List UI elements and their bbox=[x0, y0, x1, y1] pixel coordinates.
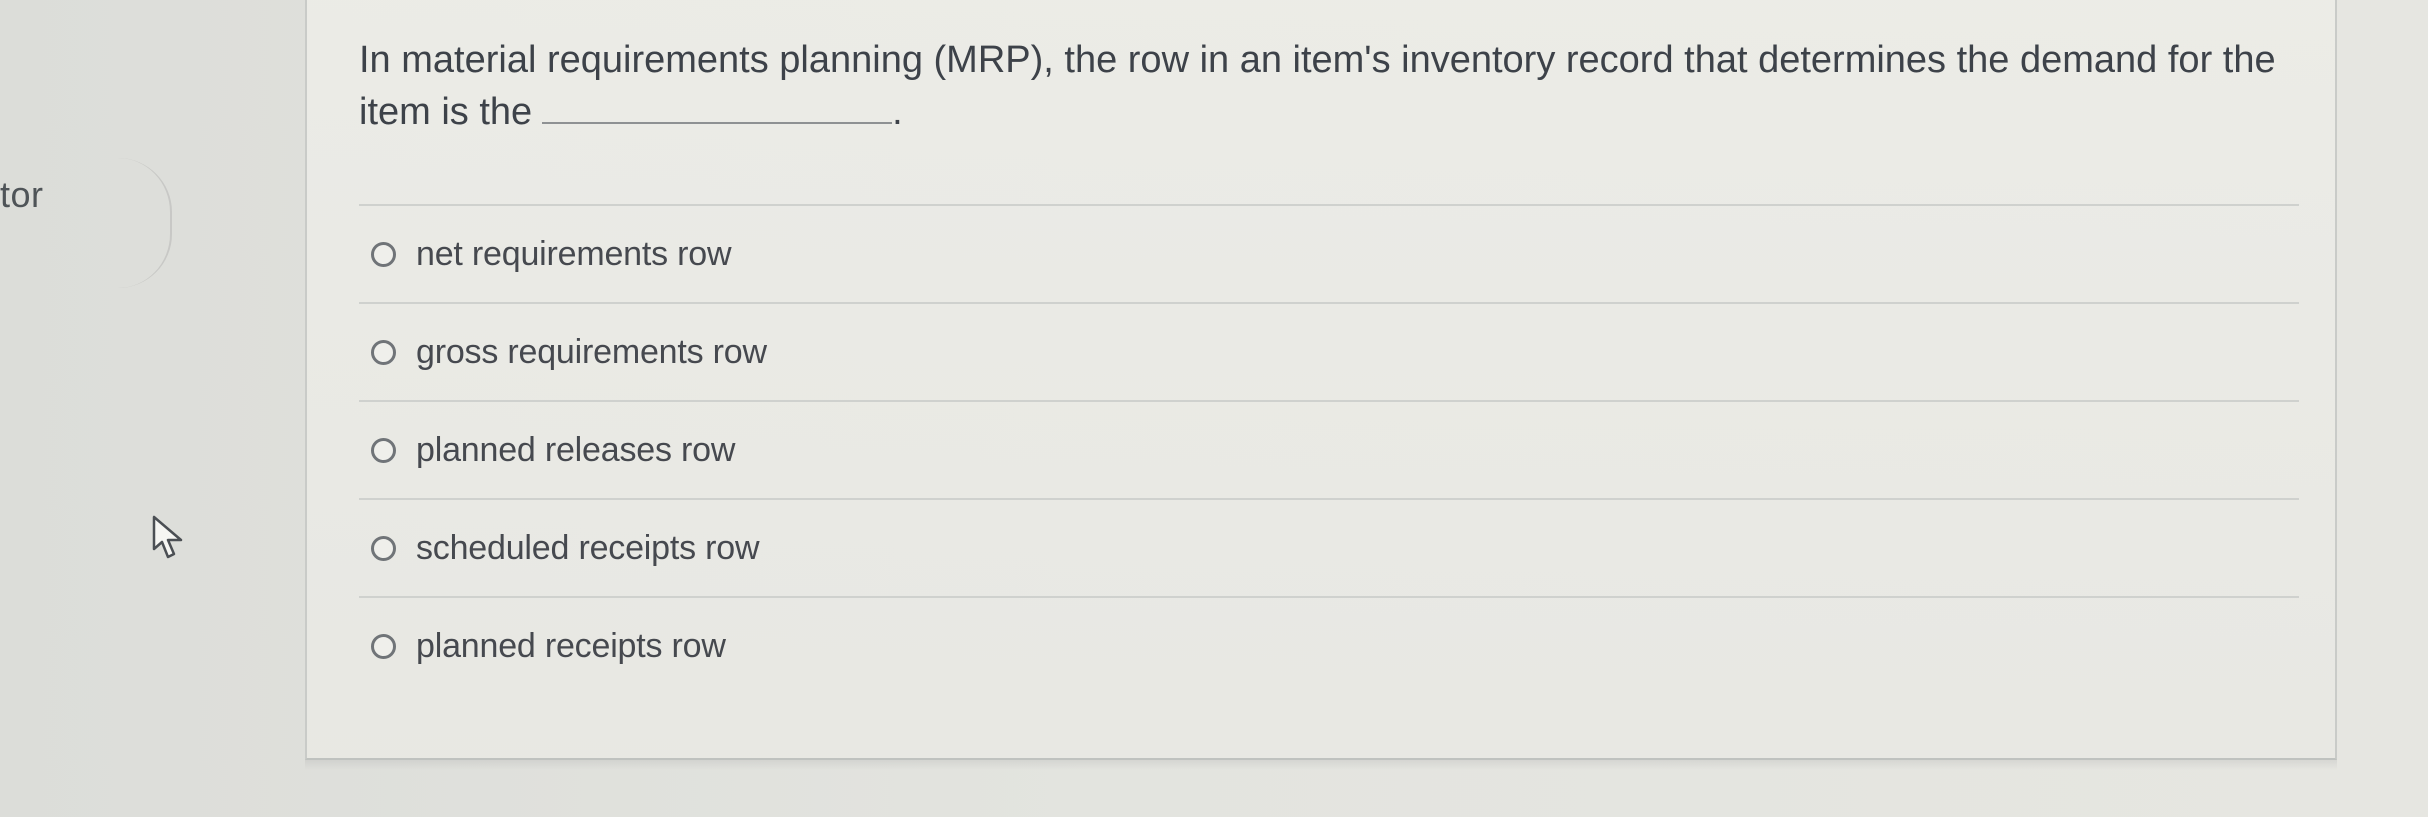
answer-option-label: planned receipts row bbox=[416, 626, 726, 665]
side-panel-edge-decoration bbox=[118, 158, 172, 288]
radio-button-icon[interactable] bbox=[371, 241, 396, 267]
answer-option-net-requirements[interactable]: net requirements row bbox=[359, 204, 2299, 302]
radio-button-icon[interactable] bbox=[371, 633, 396, 659]
question-card: In material requirements planning (MRP),… bbox=[305, 0, 2337, 760]
answer-option-scheduled-receipts[interactable]: scheduled receipts row bbox=[359, 498, 2299, 596]
answer-option-label: planned releases row bbox=[416, 430, 736, 469]
radio-button-icon[interactable] bbox=[371, 339, 396, 365]
radio-button-icon[interactable] bbox=[371, 437, 396, 463]
answer-option-gross-requirements[interactable]: gross requirements row bbox=[359, 302, 2299, 400]
question-prompt: In material requirements planning (MRP),… bbox=[359, 34, 2319, 138]
answer-option-label: net requirements row bbox=[416, 234, 732, 273]
answer-blank bbox=[542, 98, 893, 124]
radio-button-icon[interactable] bbox=[371, 535, 396, 561]
left-side-fragment: tor bbox=[0, 174, 44, 215]
answer-option-label: gross requirements row bbox=[416, 332, 767, 371]
card-bottom-shadow bbox=[305, 760, 2337, 770]
cursor-arrow-icon bbox=[152, 515, 183, 559]
answer-option-label: scheduled receipts row bbox=[416, 528, 760, 567]
answer-options-list: net requirements row gross requirements … bbox=[359, 204, 2299, 694]
answer-option-planned-releases[interactable]: planned releases row bbox=[359, 400, 2299, 498]
blank-suffix: . bbox=[892, 91, 903, 133]
answer-option-planned-receipts[interactable]: planned receipts row bbox=[359, 596, 2299, 694]
